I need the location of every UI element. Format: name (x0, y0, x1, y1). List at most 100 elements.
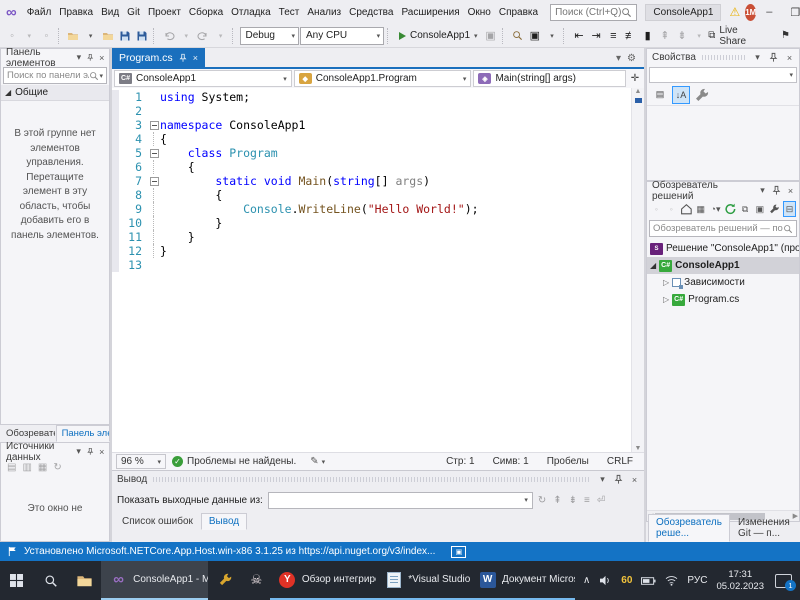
solution-configuration-combo[interactable]: Debug ▾ (239, 26, 299, 45)
taskbar-app-skull[interactable]: ☠ (239, 561, 270, 600)
menu-window[interactable]: Окно (464, 4, 495, 21)
pending-changes-filter-icon[interactable]: ◔▾ (709, 201, 722, 217)
code-editor[interactable]: 1 using System; 2 3 namespace ConsoleApp1 … (112, 88, 644, 452)
tree-item-solution[interactable]: S Решение "ConsoleApp1" (проекты: 1 из 1… (647, 240, 799, 257)
start-button[interactable] (0, 561, 34, 600)
editor-vertical-scrollbar[interactable]: ▲ ▼ (631, 88, 644, 452)
window-position-icon[interactable]: ▾ (74, 446, 83, 457)
language-indicator[interactable]: РУС (687, 575, 707, 586)
output-source-combo[interactable]: ▾ (267, 491, 533, 509)
navigate-back-dropdown[interactable]: ▾ (21, 27, 37, 45)
zoom-level-combo[interactable]: 96 % ▾ (116, 454, 166, 469)
back-icon[interactable]: ◦ (650, 201, 663, 217)
menu-git[interactable]: Git (123, 4, 144, 21)
menu-extensions[interactable]: Расширения (397, 4, 463, 21)
tree-item-project[interactable]: C# ConsoleApp1 (647, 257, 799, 274)
menu-help[interactable]: Справка (495, 4, 542, 21)
properties-object-combo[interactable]: ▾ (649, 67, 797, 83)
show-all-files-icon[interactable]: ▣ (753, 201, 766, 217)
close-icon[interactable]: × (193, 53, 198, 63)
solution-platform-combo[interactable]: Any CPU ▾ (299, 26, 385, 45)
feedback-icon[interactable]: ⚑ (781, 30, 790, 41)
toolbox-title-bar[interactable]: Панель элементов ▾ × (1, 47, 109, 69)
bookmark-icon[interactable]: ▮ (640, 27, 656, 45)
solution-search-input[interactable]: Обозреватель решений — поиск (Ctrl+» (649, 220, 797, 237)
properties-title-bar[interactable]: Свойства ▾ × (647, 49, 799, 66)
categorized-view-icon[interactable]: ▤ (651, 86, 669, 104)
pin-icon[interactable] (178, 53, 188, 63)
close-icon[interactable]: × (628, 475, 641, 485)
add-data-source-icon[interactable]: ▤ (7, 462, 16, 474)
wrench-icon[interactable] (693, 86, 711, 104)
window-position-icon[interactable]: ▾ (757, 185, 768, 196)
properties-wrench-icon[interactable] (768, 201, 781, 217)
fold-collapse-icon[interactable] (149, 118, 160, 132)
scroll-up-icon[interactable]: ▲ (635, 88, 642, 95)
menu-analyze[interactable]: Анализ (303, 4, 345, 21)
active-files-dropdown[interactable]: ▾ (616, 53, 621, 64)
fold-collapse-icon[interactable] (149, 146, 160, 160)
spaces-indicator[interactable]: Пробелы (538, 456, 598, 467)
edit-data-source-icon[interactable]: ▥ (22, 462, 31, 474)
search-options-dropdown[interactable]: ▾ (99, 72, 103, 80)
navigate-forward-icon[interactable]: ◦ (38, 27, 54, 45)
tab-output[interactable]: Вывод (200, 513, 248, 530)
clear-all-icon[interactable]: ≡ (584, 495, 590, 506)
notification-warning-icon[interactable]: ⚠ (729, 5, 740, 19)
menu-build[interactable]: Сборка (185, 4, 227, 21)
uncomment-icon[interactable]: ≢ (622, 27, 638, 45)
line-ending-indicator[interactable]: CRLF (598, 456, 642, 467)
toolbar-options-dropdown[interactable]: ▾ (691, 27, 707, 45)
hot-reload-icon[interactable]: ▣ (483, 27, 499, 45)
pin-icon[interactable] (612, 474, 625, 485)
pin-icon[interactable] (86, 446, 95, 457)
taskbar-app-notepad[interactable]: *Visual Studio.t... (376, 561, 471, 600)
menu-test[interactable]: Тест (275, 4, 304, 21)
save-icon[interactable] (117, 27, 133, 45)
bookmark-next-icon[interactable]: ⇟ (674, 27, 690, 45)
pin-icon[interactable] (86, 52, 94, 63)
column-indicator[interactable]: Симв: 1 (484, 456, 538, 467)
project-dropdown[interactable]: C# ConsoleApp1 ▾ (114, 70, 292, 87)
configure-icon[interactable]: ▦ (38, 462, 47, 474)
tab-toolbox[interactable]: Панель эле... (55, 425, 110, 442)
start-debugging-button[interactable]: ConsoleApp1 ▾ (395, 27, 482, 45)
editor-options-gear-icon[interactable]: ⚙ (627, 53, 636, 64)
refresh-icon[interactable] (724, 201, 737, 217)
indent-decrease-icon[interactable]: ⇤ (571, 27, 587, 45)
status-message[interactable]: Установлено Microsoft.NETCore.App.Host.w… (24, 546, 435, 557)
status-image-icon[interactable]: ▣ (451, 545, 467, 558)
find-icon[interactable]: ▣ (527, 27, 543, 45)
tab-git-changes[interactable]: Изменения Git — п... (730, 514, 800, 542)
code-text-area[interactable]: 1 using System; 2 3 namespace ConsoleApp1 … (112, 88, 631, 452)
problems-status-text[interactable]: Проблемы не найдены. (187, 456, 296, 467)
find-dropdown[interactable]: ▾ (544, 27, 560, 45)
close-icon[interactable]: × (97, 447, 106, 457)
undo-icon[interactable] (161, 27, 177, 45)
comment-icon[interactable]: ≡ (605, 27, 621, 45)
menu-edit[interactable]: Правка (55, 4, 97, 21)
line-indicator[interactable]: Стр: 1 (437, 456, 483, 467)
member-dropdown[interactable]: ◈ Main(string[] args) (473, 70, 626, 87)
undo-dropdown[interactable]: ▾ (178, 27, 194, 45)
goto-prev-message-icon[interactable]: ⇞ (553, 495, 561, 506)
close-icon[interactable]: × (785, 186, 796, 196)
forward-icon[interactable]: ◦ (665, 201, 678, 217)
new-project-dropdown[interactable]: ▾ (83, 27, 99, 45)
menu-file[interactable]: Файл (23, 4, 56, 21)
volume-icon[interactable] (599, 575, 612, 586)
menu-view[interactable]: Вид (97, 4, 123, 21)
taskbar-app-tools[interactable] (208, 561, 239, 600)
navigate-back-icon[interactable]: ◦ (4, 27, 20, 45)
live-share-button[interactable]: ⧉ Live Share ⚑ (708, 25, 796, 47)
taskbar-search-button[interactable] (34, 561, 68, 600)
collapse-all-icon[interactable]: ⊟ (783, 201, 796, 217)
battery-icon[interactable] (641, 576, 656, 586)
home-icon[interactable] (680, 201, 693, 217)
tray-expand-chevron-icon[interactable]: ∧ (583, 575, 590, 586)
redo-dropdown[interactable]: ▾ (213, 27, 229, 45)
output-title-bar[interactable]: Вывод ▾ × (112, 471, 644, 488)
menu-tools[interactable]: Средства (345, 4, 397, 21)
scroll-down-icon[interactable]: ▼ (635, 445, 642, 452)
data-sources-title-bar[interactable]: Источники данных ▾ × (1, 441, 109, 463)
